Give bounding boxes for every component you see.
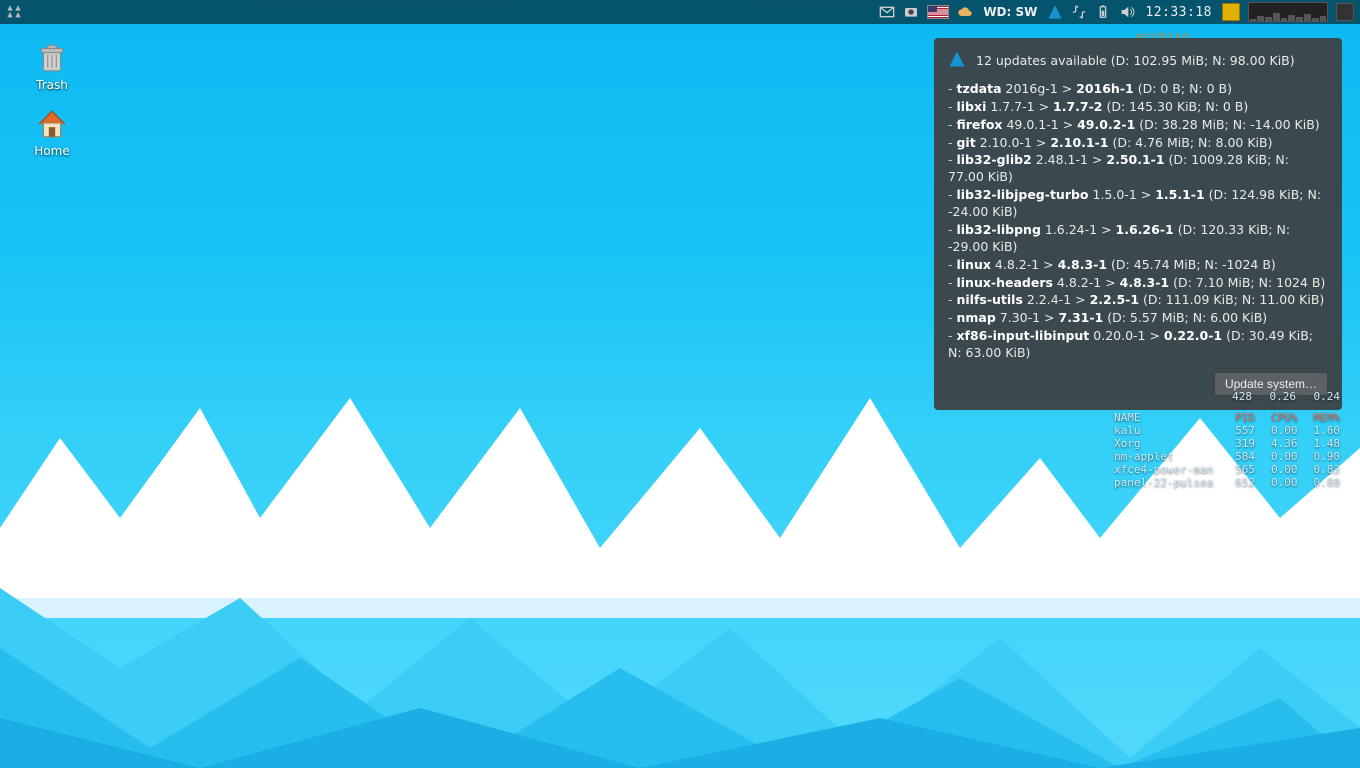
update-row: - lib32-glib2 2.48.1-1 > 2.50.1-1 (D: 10…: [948, 152, 1328, 186]
update-row: - xf86-input-libinput 0.20.0-1 > 0.22.0-…: [948, 328, 1328, 362]
system-monitor-overlay: 428 0.26 0.24 NAME PID CPU% MEM% kalu557…: [1112, 390, 1342, 489]
process-row: panel-22-pulsea6520.000.80: [1112, 476, 1342, 489]
desktop-icons: Trash Home: [20, 40, 84, 172]
arch-updates-icon[interactable]: [1043, 0, 1067, 24]
updates-list: - tzdata 2016g-1 > 2016h-1 (D: 0 B; N: 0…: [948, 81, 1328, 362]
home-icon: [34, 106, 70, 142]
update-row: - libxi 1.7.7-1 > 1.7.7-2 (D: 145.30 KiB…: [948, 99, 1328, 116]
update-row: - firefox 49.0.1-1 > 49.0.2-1 (D: 38.28 …: [948, 117, 1328, 134]
desktop-icon-label: Trash: [20, 78, 84, 92]
update-row: - lib32-libjpeg-turbo 1.5.0-1 > 1.5.1-1 …: [948, 187, 1328, 221]
update-row: - nilfs-utils 2.2.4-1 > 2.2.5-1 (D: 111.…: [948, 292, 1328, 309]
process-row: nm-applet5840.000.90: [1112, 450, 1342, 463]
camera-icon[interactable]: [899, 0, 923, 24]
process-row: Xorg3194.361.48: [1112, 437, 1342, 450]
conky-headers: NAME PID CPU% MEM%: [1112, 411, 1342, 424]
update-row: - lib32-libpng 1.6.24-1 > 1.6.26-1 (D: 1…: [948, 222, 1328, 256]
app-menu-icon[interactable]: [2, 0, 26, 24]
weather-text[interactable]: WD: SW: [977, 0, 1043, 24]
desktop-icon-trash[interactable]: Trash: [20, 40, 84, 92]
keyboard-layout-flag[interactable]: [923, 0, 953, 24]
process-row: kalu5570.001.60: [1112, 424, 1342, 437]
update-row: - nmap 7.30-1 > 7.31-1 (D: 5.57 MiB; N: …: [948, 310, 1328, 327]
desktop-icon-home[interactable]: Home: [20, 106, 84, 158]
update-row: - tzdata 2016g-1 > 2016h-1 (D: 0 B; N: 0…: [948, 81, 1328, 98]
cpu-monitor[interactable]: [1244, 0, 1332, 24]
conky-stats-row: 428 0.26 0.24: [1112, 390, 1342, 403]
mail-icon[interactable]: [875, 0, 899, 24]
update-row: - linux 4.8.2-1 > 4.8.3-1 (D: 45.74 MiB;…: [948, 257, 1328, 274]
top-panel: WD: SW 12:33:18: [0, 0, 1360, 24]
update-row: - git 2.10.0-1 > 2.10.1-1 (D: 4.76 MiB; …: [948, 135, 1328, 152]
update-row: - linux-headers 4.8.2-1 > 4.8.3-1 (D: 7.…: [948, 275, 1328, 292]
arch-icon: [948, 50, 966, 73]
updates-notification: 12 updates available (D: 102.95 MiB; N: …: [934, 38, 1342, 410]
notification-title: 12 updates available (D: 102.95 MiB; N: …: [976, 53, 1295, 70]
process-row: xfce4-power-man5650.000.83: [1112, 463, 1342, 476]
show-desktop-icon[interactable]: [1332, 0, 1358, 24]
network-icon[interactable]: [1067, 0, 1091, 24]
volume-icon[interactable]: [1115, 0, 1139, 24]
battery-icon[interactable]: [1091, 0, 1115, 24]
cloud-weather-icon[interactable]: [953, 0, 977, 24]
clock[interactable]: 12:33:18: [1139, 0, 1218, 24]
desktop-icon-label: Home: [20, 144, 84, 158]
trash-icon: [34, 40, 70, 76]
color-swatch-icon[interactable]: [1218, 0, 1244, 24]
